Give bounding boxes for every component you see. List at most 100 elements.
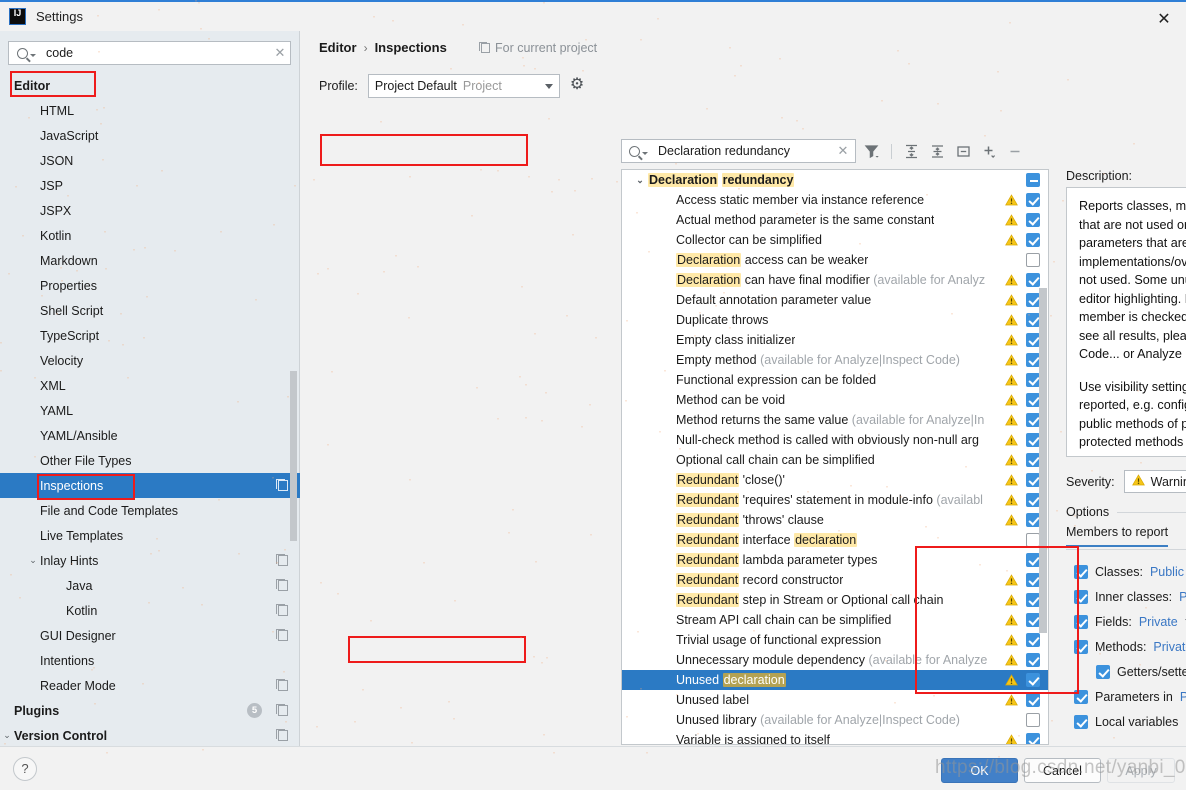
inspection-enabled-checkbox[interactable] <box>1026 533 1040 547</box>
inspection-search-input[interactable] <box>656 143 831 159</box>
inspection-row[interactable]: Redundant step in Stream or Optional cal… <box>622 590 1048 610</box>
inspection-row[interactable]: Functional expression can be folded <box>622 370 1048 390</box>
option-row[interactable]: Fields:Private <box>1074 609 1186 634</box>
sidebar-item-other-file-types[interactable]: Other File Types <box>0 448 300 473</box>
sidebar-item-gui-designer[interactable]: GUI Designer <box>0 623 300 648</box>
inspection-enabled-checkbox[interactable] <box>1026 193 1040 207</box>
inspection-row[interactable]: Declaration access can be weaker <box>622 250 1048 270</box>
options-tabs[interactable]: Members to reportEntry points <box>1066 525 1186 550</box>
sidebar-item-jsp[interactable]: JSP <box>0 173 300 198</box>
option-checkbox[interactable] <box>1096 665 1110 679</box>
inspection-enabled-checkbox[interactable] <box>1026 433 1040 447</box>
inspection-row[interactable]: Redundant 'requires' statement in module… <box>622 490 1048 510</box>
inspection-enabled-checkbox[interactable] <box>1026 353 1040 367</box>
inspection-enabled-checkbox[interactable] <box>1026 613 1040 627</box>
inspection-enabled-checkbox[interactable] <box>1026 393 1040 407</box>
option-checkbox[interactable] <box>1074 565 1088 579</box>
inspection-enabled-checkbox[interactable] <box>1026 553 1040 567</box>
sidebar-item-kotlin[interactable]: Kotlin <box>0 223 300 248</box>
collapse-all-icon[interactable] <box>929 143 946 160</box>
sidebar-item-java[interactable]: Java <box>0 573 300 598</box>
sidebar-item-intentions[interactable]: Intentions <box>0 648 300 673</box>
option-visibility-value[interactable]: Private <box>1153 640 1186 654</box>
inspection-row[interactable]: Trivial usage of functional expression <box>622 630 1048 650</box>
inspection-enabled-checkbox[interactable] <box>1026 513 1040 527</box>
sidebar-item-javascript[interactable]: JavaScript <box>0 123 300 148</box>
inspection-enabled-checkbox[interactable] <box>1026 213 1040 227</box>
inspection-row[interactable]: Unnecessary module dependency (available… <box>622 650 1048 670</box>
close-icon[interactable]: ✕ <box>1142 4 1186 33</box>
sidebar-scrollbar[interactable] <box>290 371 297 541</box>
clear-icon[interactable]: ✕ <box>270 45 290 61</box>
option-visibility-value[interactable]: Private <box>1139 615 1178 629</box>
inspection-enabled-checkbox[interactable] <box>1026 313 1040 327</box>
sidebar-item-shell-script[interactable]: Shell Script <box>0 298 300 323</box>
group-by-icon[interactable] <box>955 143 972 160</box>
inspection-row[interactable]: Unused label <box>622 690 1048 710</box>
sidebar-item-json[interactable]: JSON <box>0 148 300 173</box>
inspection-row[interactable]: Variable is assigned to itself <box>622 730 1048 745</box>
option-visibility-value[interactable]: Public <box>1179 590 1186 604</box>
gear-icon[interactable] <box>570 78 586 94</box>
inspection-enabled-checkbox[interactable] <box>1026 413 1040 427</box>
tree-group-row[interactable]: ⌄Declaration redundancy <box>622 170 1048 190</box>
inspection-row[interactable]: Method can be void <box>622 390 1048 410</box>
sidebar-item-file-and-code-templates[interactable]: File and Code Templates <box>0 498 300 523</box>
breadcrumb-root[interactable]: Editor <box>319 40 357 55</box>
settings-search-box[interactable]: ✕ <box>8 41 291 65</box>
inspection-row[interactable]: Declaration can have final modifier (ava… <box>622 270 1048 290</box>
option-row[interactable]: Classes:Public <box>1074 559 1186 584</box>
inspection-row[interactable]: Access static member via instance refere… <box>622 190 1048 210</box>
inspection-enabled-checkbox[interactable] <box>1026 233 1040 247</box>
apply-button[interactable]: Apply <box>1107 758 1175 783</box>
inspection-row[interactable]: Redundant 'throws' clause <box>622 510 1048 530</box>
inspection-enabled-checkbox[interactable] <box>1026 493 1040 507</box>
remove-icon[interactable] <box>1007 143 1024 160</box>
severity-select[interactable]: Warning <box>1124 470 1186 493</box>
filter-icon[interactable] <box>863 143 880 160</box>
inspection-row[interactable]: Stream API call chain can be simplified <box>622 610 1048 630</box>
inspection-enabled-checkbox[interactable] <box>1026 333 1040 347</box>
inspection-enabled-checkbox[interactable] <box>1026 573 1040 587</box>
sidebar-item-markdown[interactable]: Markdown <box>0 248 300 273</box>
inspection-row[interactable]: Collector can be simplified <box>622 230 1048 250</box>
inspection-row[interactable]: Redundant lambda parameter types <box>622 550 1048 570</box>
inspection-enabled-checkbox[interactable] <box>1026 253 1040 267</box>
option-checkbox[interactable] <box>1074 690 1088 704</box>
inspection-enabled-checkbox[interactable] <box>1026 653 1040 667</box>
sidebar-item-xml[interactable]: XML <box>0 373 300 398</box>
chevron-down-icon[interactable]: ⌄ <box>26 555 40 566</box>
search-input[interactable] <box>44 45 270 61</box>
option-row[interactable]: Inner classes:Public <box>1074 584 1186 609</box>
expand-all-icon[interactable] <box>903 143 920 160</box>
option-row[interactable]: Getters/setters <box>1074 659 1186 684</box>
sidebar-item-velocity[interactable]: Velocity <box>0 348 300 373</box>
inspection-enabled-checkbox[interactable] <box>1026 373 1040 387</box>
inspection-enabled-checkbox[interactable] <box>1026 453 1040 467</box>
sidebar-item-reader-mode[interactable]: Reader Mode <box>0 673 300 698</box>
inspection-enabled-checkbox[interactable] <box>1026 693 1040 707</box>
inspection-row[interactable]: Default annotation parameter value <box>622 290 1048 310</box>
option-row[interactable]: Parameters inPublic <box>1074 684 1186 709</box>
search-options-chevron-icon[interactable] <box>30 54 36 57</box>
inspection-row[interactable]: Duplicate throws <box>622 310 1048 330</box>
inspection-row[interactable]: Unused library (available for Analyze|In… <box>622 710 1048 730</box>
option-visibility-value[interactable]: Public <box>1180 690 1186 704</box>
inspection-enabled-checkbox[interactable] <box>1026 593 1040 607</box>
inspection-enabled-checkbox[interactable] <box>1026 673 1040 687</box>
inspection-enabled-checkbox[interactable] <box>1026 473 1040 487</box>
inspections-tree-scrollbar[interactable] <box>1039 288 1047 633</box>
sidebar-item-kotlin[interactable]: Kotlin <box>0 598 300 623</box>
cancel-button[interactable]: Cancel <box>1024 758 1101 783</box>
clear-icon[interactable]: ✕ <box>831 143 855 159</box>
option-row[interactable]: Methods:Private <box>1074 634 1186 659</box>
inspection-search-box[interactable]: ✕ <box>621 139 856 163</box>
inspection-enabled-checkbox[interactable] <box>1026 713 1040 727</box>
inspection-enabled-checkbox[interactable] <box>1026 293 1040 307</box>
sidebar-item-live-templates[interactable]: Live Templates <box>0 523 300 548</box>
inspection-enabled-checkbox[interactable] <box>1026 733 1040 745</box>
tree-group-checkbox[interactable] <box>1026 173 1040 187</box>
sidebar-item-yaml-ansible[interactable]: YAML/Ansible <box>0 423 300 448</box>
inspection-row[interactable]: Optional call chain can be simplified <box>622 450 1048 470</box>
inspection-row[interactable]: Unused declaration <box>622 670 1048 690</box>
